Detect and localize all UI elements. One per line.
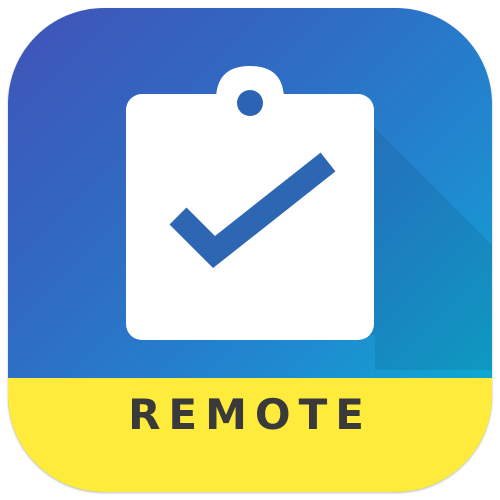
app-icon[interactable]: REMOTE xyxy=(8,8,492,492)
app-label: REMOTE xyxy=(128,390,372,439)
clipboard-clip-hole xyxy=(237,90,263,116)
